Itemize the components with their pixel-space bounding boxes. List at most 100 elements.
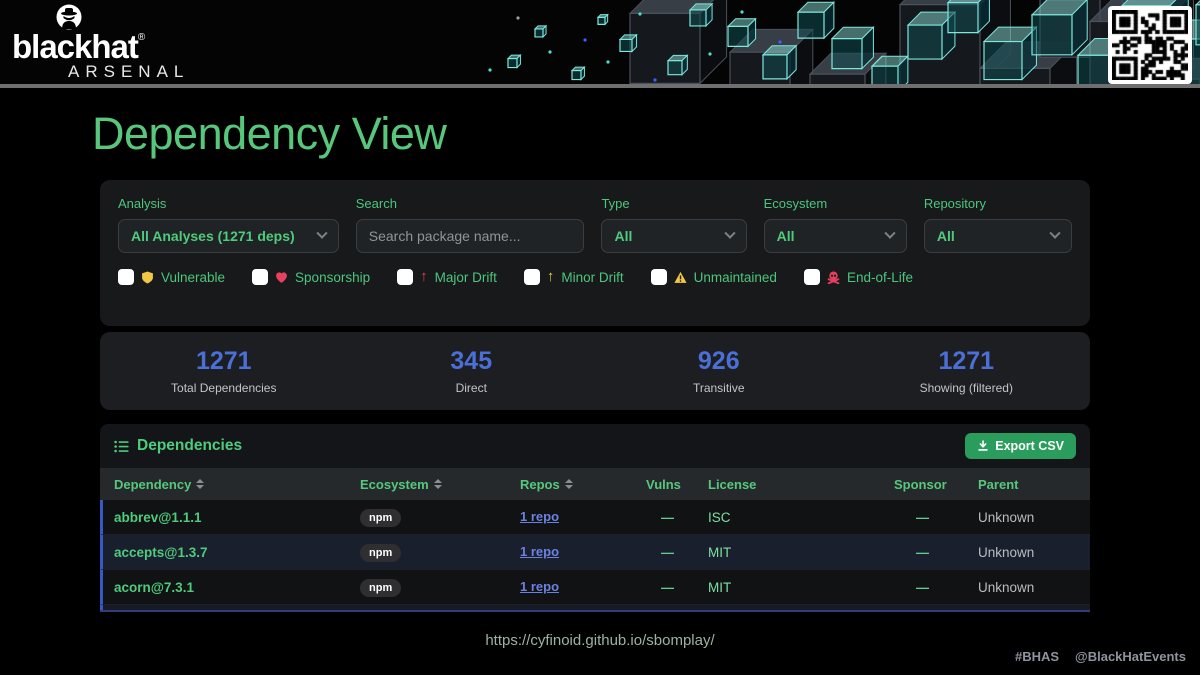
parent-cell: Unknown (978, 510, 1090, 525)
download-icon (977, 440, 989, 452)
stat-label: Direct (348, 381, 596, 395)
blackhat-arsenal-logo: blackhat® ARSENAL (10, 2, 230, 86)
repos-cell: 1 repo (520, 508, 646, 526)
table-title: Dependencies (114, 437, 242, 455)
brand-subtitle: ARSENAL (68, 62, 189, 82)
sponsor-cell: — (894, 545, 978, 560)
repos-cell: 1 repo (520, 578, 646, 596)
type-select[interactable]: All (601, 219, 746, 253)
export-csv-label: Export CSV (995, 439, 1064, 453)
hashtag: #BHAS (1015, 649, 1059, 664)
npm-badge: npm (360, 544, 401, 562)
table-row[interactable]: accepts@1.3.7 npm 1 repo — MIT — Unknown (100, 535, 1090, 570)
cubes-artwork (480, 0, 1200, 88)
chevron-down-icon (724, 228, 735, 239)
flag-filter-row: Vulnerable Sponsorship ↑ Major Drift ↑ M… (118, 269, 1072, 285)
column-header-dependency[interactable]: Dependency (114, 477, 360, 492)
type-filter: Type All (601, 196, 746, 253)
type-value: All (614, 228, 632, 244)
vulns-cell: — (646, 545, 708, 560)
table-row[interactable]: acorn@7.3.1 npm 1 repo — MIT — Unknown (100, 570, 1090, 605)
stat-value: 1271 (843, 347, 1091, 376)
column-header-vulns: Vulns (646, 477, 708, 492)
flag-unmaintained: Unmaintained (651, 269, 777, 285)
dependency-name: abbrev@1.1.1 (114, 510, 360, 525)
stat-label: Transitive (595, 381, 843, 395)
stat-value: 926 (595, 347, 843, 376)
license-cell: MIT (708, 580, 894, 595)
vulns-cell: — (646, 510, 708, 525)
flag-label: Sponsorship (295, 270, 370, 285)
parent-cell: Unknown (978, 545, 1090, 560)
analysis-select[interactable]: All Analyses (1271 deps) (118, 219, 339, 253)
arrow-up-icon: ↑ (420, 271, 428, 283)
stat-value: 345 (348, 347, 596, 376)
skull-icon (827, 271, 840, 284)
column-header-ecosystem[interactable]: Ecosystem (360, 477, 520, 492)
vulnerable-checkbox[interactable] (118, 269, 134, 285)
registered-mark: ® (138, 32, 144, 43)
column-label: Sponsor (894, 477, 947, 492)
column-label: License (708, 477, 756, 492)
sort-icon (565, 479, 573, 489)
type-label: Type (601, 196, 746, 211)
search-input[interactable] (369, 228, 572, 244)
flag-sponsorship: Sponsorship (252, 269, 370, 285)
repo-link[interactable]: 1 repo (520, 579, 559, 594)
heart-icon (275, 271, 288, 284)
repository-select[interactable]: All (924, 219, 1072, 253)
table-row[interactable]: abbrev@1.1.1 npm 1 repo — ISC — Unknown (100, 500, 1090, 535)
column-label: Ecosystem (360, 477, 429, 492)
sort-icon (434, 479, 442, 489)
sponsorship-checkbox[interactable] (252, 269, 268, 285)
end-of-life-checkbox[interactable] (804, 269, 820, 285)
repos-cell: 1 repo (520, 543, 646, 561)
analysis-label: Analysis (118, 196, 339, 211)
sponsor-cell: — (894, 580, 978, 595)
column-label: Vulns (646, 477, 681, 492)
ecosystem-label: Ecosystem (764, 196, 907, 211)
flag-label: End-of-Life (847, 270, 913, 285)
license-cell: MIT (708, 545, 894, 560)
social-handle: @BlackHatEvents (1075, 649, 1186, 664)
dependencies-panel: Dependencies Export CSV Dependency Ecosy… (100, 424, 1090, 612)
table-header-bar: Dependencies Export CSV (100, 424, 1090, 468)
ecosystem-select[interactable]: All (764, 219, 907, 253)
column-header-parent: Parent (978, 477, 1090, 492)
search-filter: Search (356, 196, 585, 253)
repository-label: Repository (924, 196, 1072, 211)
vulns-cell: — (646, 580, 708, 595)
repo-link[interactable]: 1 repo (520, 544, 559, 559)
table-title-text: Dependencies (137, 437, 242, 455)
npm-badge: npm (360, 509, 401, 527)
chevron-down-icon (1049, 228, 1060, 239)
chevron-down-icon (316, 228, 327, 239)
repository-value: All (937, 228, 955, 244)
ecosystem-cell: npm (360, 508, 520, 527)
unmaintained-checkbox[interactable] (651, 269, 667, 285)
banner: blackhat® ARSENAL (0, 0, 1200, 88)
export-csv-button[interactable]: Export CSV (965, 433, 1076, 459)
analysis-filter: Analysis All Analyses (1271 deps) (118, 196, 339, 253)
minor-drift-checkbox[interactable] (524, 269, 540, 285)
footer-url: https://cyfinoid.github.io/sbomplay/ (0, 632, 1200, 649)
list-icon (114, 440, 129, 453)
flag-minor-drift: ↑ Minor Drift (524, 269, 624, 285)
page-title: Dependency View (92, 108, 446, 160)
column-label: Parent (978, 477, 1018, 492)
major-drift-checkbox[interactable] (397, 269, 413, 285)
stats-panel: 1271 Total Dependencies 345 Direct 926 T… (100, 332, 1090, 410)
column-header-repos[interactable]: Repos (520, 477, 646, 492)
flag-vulnerable: Vulnerable (118, 269, 225, 285)
column-header-license: License (708, 477, 894, 492)
brand-name: blackhat® (12, 28, 144, 66)
flag-label: Vulnerable (161, 270, 225, 285)
ecosystem-filter: Ecosystem All (764, 196, 907, 253)
stat-label: Total Dependencies (100, 381, 348, 395)
flag-major-drift: ↑ Major Drift (397, 269, 497, 285)
repo-link[interactable]: 1 repo (520, 509, 559, 524)
column-label: Dependency (114, 477, 191, 492)
filter-row: Analysis All Analyses (1271 deps) Search… (118, 196, 1072, 253)
flag-label: Major Drift (435, 270, 497, 285)
stat-showing-filtered: 1271 Showing (filtered) (843, 347, 1091, 395)
